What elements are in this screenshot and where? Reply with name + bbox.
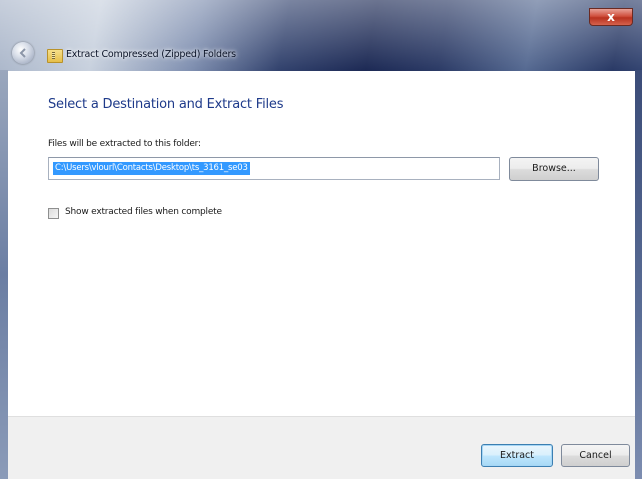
browse-button[interactable]: Browse... [509,157,599,181]
show-extracted-files-checkbox[interactable] [48,208,59,219]
back-arrow-icon [19,48,26,58]
destination-path-input[interactable]: C:\Users\vlourl\Contacts\Desktop\ts_3161… [48,157,500,180]
close-button[interactable]: x [589,8,633,26]
back-button[interactable] [12,42,34,64]
wizard-content-area [8,71,635,416]
cancel-button[interactable]: Cancel [561,444,630,467]
extract-button[interactable]: Extract [481,444,553,467]
destination-label: Files will be extracted to this folder: [48,139,201,149]
wizard-heading: Select a Destination and Extract Files [48,97,284,112]
window-title: Extract Compressed (Zipped) Folders [66,49,236,60]
zip-folder-icon [47,49,63,63]
window-frame-left-edge [0,70,8,479]
window-frame-right-edge [635,70,642,479]
show-extracted-files-label[interactable]: Show extracted files when complete [65,207,222,217]
destination-path-selected-text: C:\Users\vlourl\Contacts\Desktop\ts_3161… [53,162,250,175]
close-icon: x [607,10,615,24]
